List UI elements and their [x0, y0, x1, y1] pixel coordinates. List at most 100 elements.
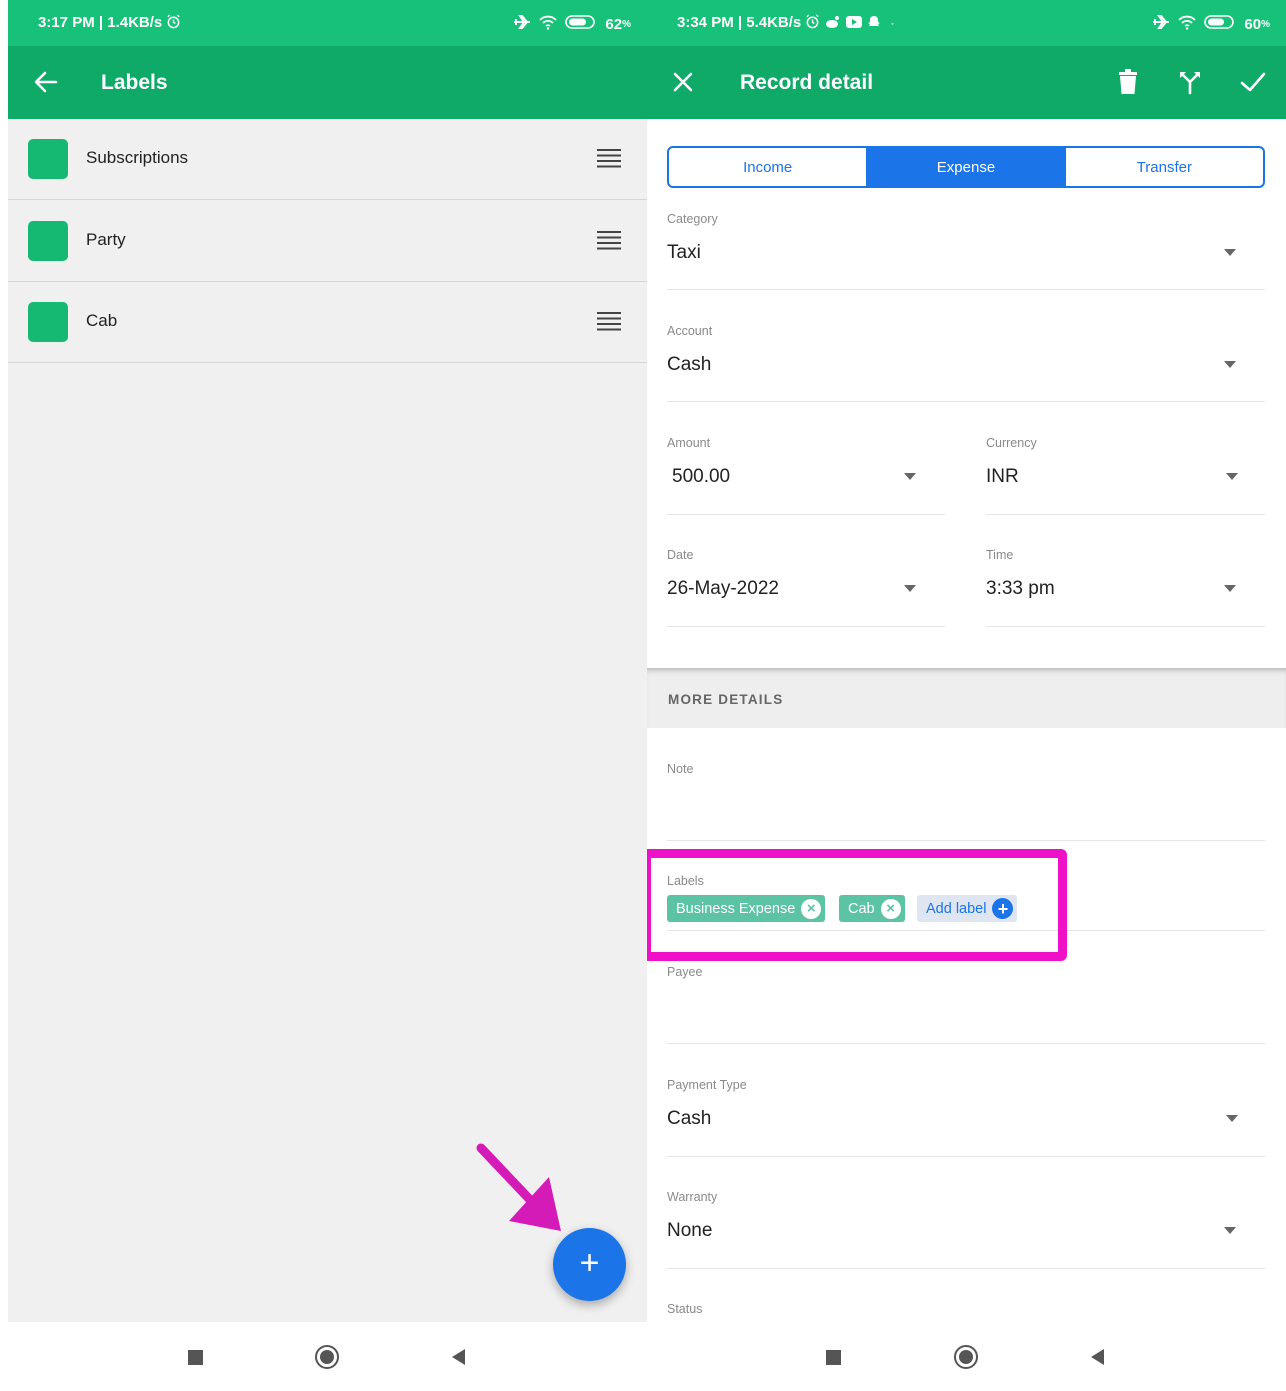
back-nav-icon[interactable] — [443, 1342, 473, 1372]
payment-type-field[interactable]: Payment Type Cash — [667, 1078, 1265, 1157]
field-value: 3:33 pm — [986, 578, 1055, 599]
chevron-down-icon[interactable] — [1226, 1115, 1238, 1122]
label-name: Cab — [86, 311, 118, 330]
amount-field[interactable]: Amount 500.00 — [667, 436, 945, 515]
label-name: Party — [86, 230, 126, 249]
tab-income[interactable]: Income — [669, 148, 868, 186]
note-field[interactable]: Note — [667, 762, 1265, 841]
field-value: 500.00 — [672, 466, 731, 487]
status-time: 3:17 PM | 1.4KB/s — [38, 14, 181, 31]
circle-nav-icon[interactable] — [312, 1342, 342, 1372]
chevron-down-icon[interactable] — [1224, 361, 1236, 368]
field-label: Note — [667, 762, 694, 776]
field-underline — [667, 401, 1265, 402]
label-row-party[interactable]: Party — [8, 201, 647, 282]
label-name: Subscriptions — [86, 148, 189, 167]
system-nav-bar — [8, 1322, 647, 1391]
page-title: Record detail — [740, 71, 874, 94]
airplane-icon — [1152, 14, 1170, 34]
tab-transfer[interactable]: Transfer — [1066, 148, 1263, 186]
field-underline — [986, 626, 1265, 627]
alarm-icon — [166, 14, 181, 31]
back-nav-icon[interactable] — [1082, 1342, 1112, 1372]
battery-icon — [565, 14, 597, 34]
field-label: Amount — [667, 436, 711, 450]
status-icons: 62% — [513, 14, 631, 34]
field-underline — [986, 514, 1265, 515]
dot-icon: · — [891, 19, 895, 30]
alarm-icon — [805, 14, 824, 31]
section-title: MORE DETAILS — [668, 692, 784, 707]
status-icons: 60% — [1152, 14, 1270, 34]
field-value: None — [667, 1220, 713, 1241]
youtube-icon — [845, 14, 867, 31]
field-value: Cash — [667, 1108, 712, 1129]
field-label: Warranty — [667, 1190, 718, 1204]
field-label: Time — [986, 548, 1014, 562]
chevron-down-icon[interactable] — [1224, 249, 1236, 256]
record-detail-screen: 3:34 PM | 5.4KB/s · 60 % Record detail I… — [647, 0, 1286, 1391]
payee-field[interactable]: Payee — [667, 965, 1265, 1044]
chevron-down-icon[interactable] — [1226, 473, 1238, 480]
trash-icon[interactable] — [1110, 64, 1146, 100]
status-field[interactable]: Status — [667, 1302, 1265, 1322]
field-label: Payment Type — [667, 1078, 747, 1092]
label-color-swatch[interactable] — [28, 221, 68, 261]
chevron-down-icon[interactable] — [904, 585, 916, 592]
tab-expense[interactable]: Expense — [867, 148, 1066, 186]
field-value: Taxi — [667, 242, 701, 263]
label-row-cab[interactable]: Cab — [8, 282, 647, 363]
labels-screen: 3:17 PM | 1.4KB/s 62% Labels Subscriptio… — [8, 0, 647, 1391]
back-arrow-icon[interactable] — [28, 64, 64, 100]
app-toolbar: Labels — [8, 46, 647, 119]
annotation-highlight-box — [647, 849, 1067, 961]
date-field[interactable]: Date 26-May-2022 — [667, 548, 945, 627]
status-bar: 3:34 PM | 5.4KB/s · 60 % — [647, 0, 1286, 46]
check-icon[interactable] — [1235, 64, 1271, 100]
split-icon[interactable] — [1172, 64, 1208, 100]
time-field[interactable]: Time 3:33 pm — [986, 548, 1265, 627]
square-nav-icon[interactable] — [818, 1342, 848, 1372]
system-nav-bar — [647, 1322, 1286, 1391]
field-value: INR — [986, 466, 1019, 487]
label-color-swatch[interactable] — [28, 302, 68, 342]
wifi-icon — [1178, 14, 1197, 34]
label-color-swatch[interactable] — [28, 139, 68, 179]
drag-handle-icon[interactable] — [596, 229, 622, 251]
percent-sign: % — [622, 18, 631, 30]
field-value: 26-May-2022 — [667, 578, 779, 599]
field-underline — [667, 1268, 1265, 1269]
account-field[interactable]: Account Cash — [667, 324, 1265, 402]
add-label-fab[interactable]: + — [553, 1228, 626, 1301]
field-label: Status — [667, 1302, 703, 1316]
snapchat-icon — [867, 14, 885, 31]
chevron-down-icon[interactable] — [1224, 1227, 1236, 1234]
battery-icon — [1204, 14, 1236, 34]
chevron-down-icon[interactable] — [904, 473, 916, 480]
field-underline — [667, 289, 1265, 290]
warranty-field[interactable]: Warranty None — [667, 1190, 1265, 1269]
chevron-down-icon[interactable] — [1224, 585, 1236, 592]
square-nav-icon[interactable] — [180, 1342, 210, 1372]
field-underline — [667, 1156, 1265, 1157]
currency-field[interactable]: Currency INR — [986, 436, 1265, 515]
category-field[interactable]: Category Taxi — [667, 212, 1265, 290]
status-time-text: 3:17 PM | 1.4KB/s — [38, 14, 163, 31]
status-bar: 3:17 PM | 1.4KB/s 62% — [8, 0, 647, 46]
more-details-header: MORE DETAILS — [647, 668, 1286, 728]
close-icon[interactable] — [665, 64, 701, 100]
label-row-subscriptions[interactable]: Subscriptions — [8, 119, 647, 200]
percent-sign: % — [1261, 18, 1270, 30]
circle-nav-icon[interactable] — [951, 1342, 981, 1372]
field-value: Cash — [667, 354, 712, 375]
field-underline — [667, 1043, 1265, 1044]
drag-handle-icon[interactable] — [596, 310, 622, 332]
field-underline — [667, 514, 945, 515]
field-label: Payee — [667, 965, 703, 979]
drag-handle-icon[interactable] — [596, 147, 622, 169]
field-label: Date — [667, 548, 694, 562]
page-title: Labels — [101, 71, 168, 94]
field-label: Category — [667, 212, 718, 226]
plus-icon: + — [579, 1244, 600, 1282]
field-underline — [667, 840, 1265, 841]
